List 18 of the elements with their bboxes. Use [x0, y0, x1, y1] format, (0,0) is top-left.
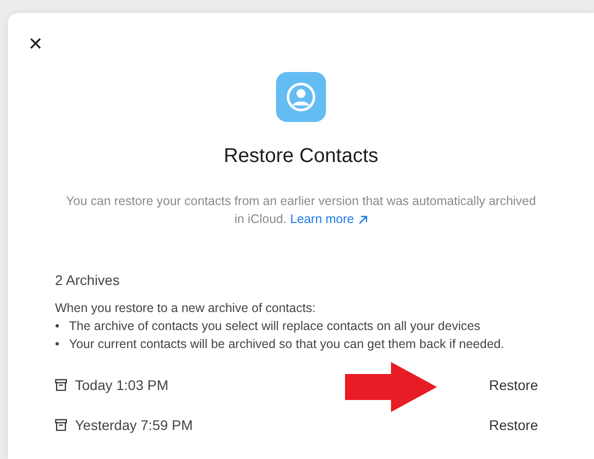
description-text: You can restore your contacts from an earlier version that was automatically archived in iCloud. Learn more: [65, 193, 537, 228]
external-link-icon: [358, 214, 368, 225]
archive-box-icon: [55, 419, 67, 431]
bullet-text: Your current contacts will be archived so that you can get them back if needed.: [69, 336, 504, 353]
restore-button[interactable]: Restore: [482, 412, 544, 438]
dialog-title: Restore Contacts: [224, 144, 378, 168]
learn-more-link[interactable]: Learn more: [290, 212, 368, 226]
archives-heading: 2 Archives: [55, 271, 121, 290]
archive-box-icon: [55, 379, 67, 391]
restore-button[interactable]: Restore: [482, 372, 544, 398]
archive-date: Today 1:03 PM: [75, 376, 168, 395]
archive-date: Yesterday 7:59 PM: [75, 416, 193, 435]
contacts-app-icon: [276, 72, 326, 122]
bullet-mark: •: [55, 318, 60, 335]
close-button[interactable]: ✕: [24, 31, 47, 57]
bullet-mark: •: [55, 336, 60, 353]
intro-text: When you restore to a new archive of contacts:: [55, 300, 317, 317]
bullet-text: The archive of contacts you select will replace contacts on all your devices: [69, 318, 480, 335]
